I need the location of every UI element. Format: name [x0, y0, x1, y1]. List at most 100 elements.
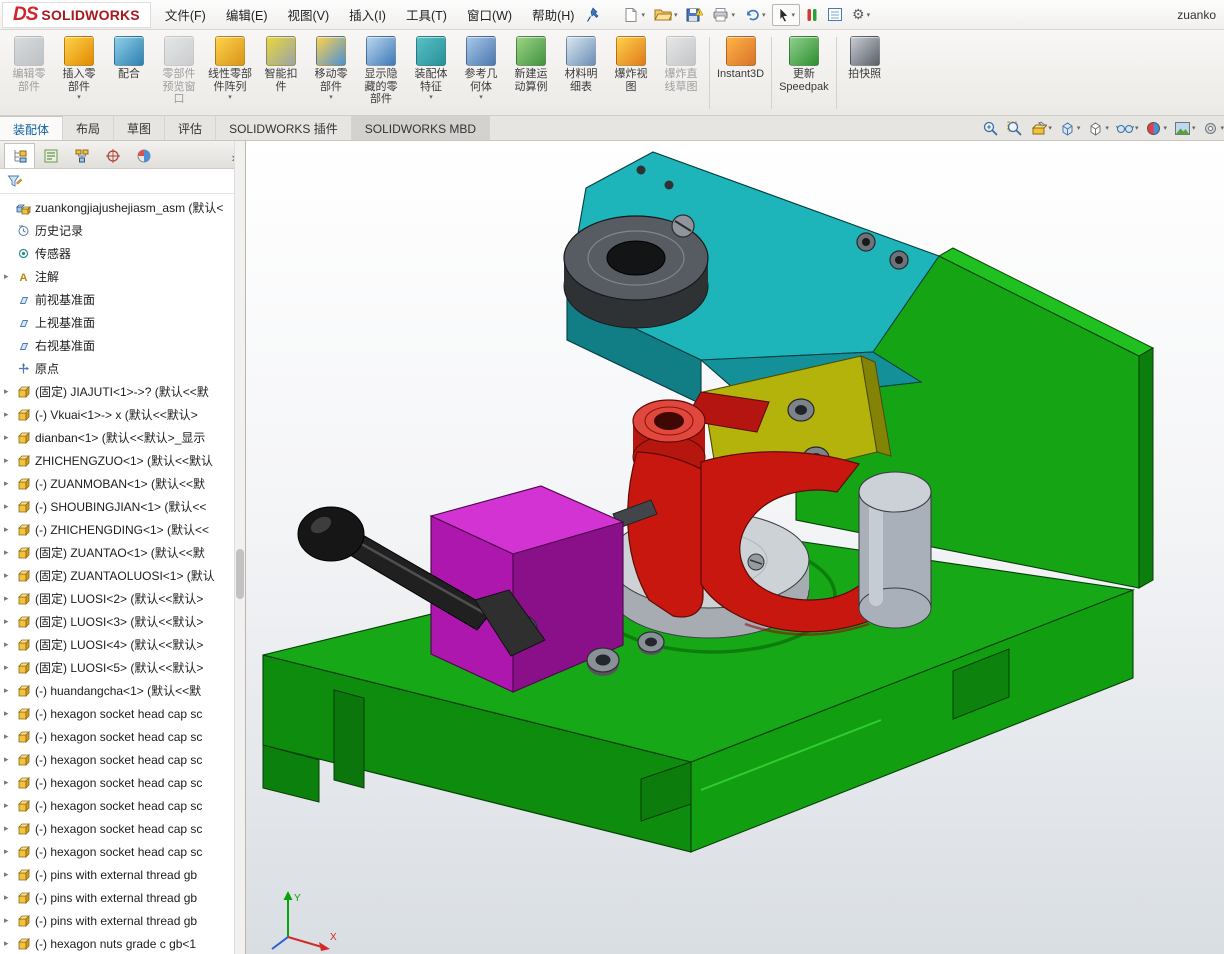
expand-arrow-icon[interactable]: ▸ [4, 869, 15, 880]
tree-item[interactable]: 传感器 [0, 242, 245, 265]
tab-布局[interactable]: 布局 [63, 116, 115, 140]
scrollbar-thumb[interactable] [236, 549, 244, 599]
tab-装配体[interactable]: 装配体 [0, 116, 64, 140]
tree-item[interactable]: 上视基准面 [0, 311, 245, 334]
featuremanager-tab[interactable] [4, 143, 35, 168]
menu-item[interactable]: 插入(I) [339, 0, 396, 29]
tree-item[interactable]: ▸ (-) hexagon socket head cap sc [0, 725, 245, 748]
dropdown-caret-icon[interactable]: ▾ [329, 94, 333, 101]
task-list-button[interactable] [824, 5, 846, 24]
expand-arrow-icon[interactable]: ▸ [4, 639, 15, 650]
menu-item[interactable]: 帮助(H) [522, 0, 584, 29]
displaymanager-tab[interactable] [128, 143, 159, 168]
tree-item[interactable]: zuankongjiajushejiasm_asm (默认< [0, 196, 245, 219]
tab-solidworks-mbd[interactable]: SOLIDWORKS MBD [351, 116, 491, 140]
expand-arrow-icon[interactable]: ▸ [4, 685, 15, 696]
view-orientation-button[interactable]: ▾ [1059, 120, 1080, 137]
expand-arrow-icon[interactable]: ▸ [4, 892, 15, 903]
menu-item[interactable]: 窗口(W) [457, 0, 522, 29]
bom-button[interactable]: 材料明 细表 [556, 32, 606, 114]
expand-arrow-icon[interactable]: ▸ [4, 386, 15, 397]
tree-item[interactable]: ▸ dianban<1> (默认<<默认>_显示 [0, 426, 245, 449]
display-style-button[interactable]: ▾ [1087, 120, 1109, 137]
menu-item[interactable]: 工具(T) [396, 0, 457, 29]
tree-item[interactable]: ▸ (固定) LUOSI<3> (默认<<默认> [0, 610, 245, 633]
expand-arrow-icon[interactable]: ▸ [4, 616, 15, 627]
tab-评估[interactable]: 评估 [165, 116, 217, 140]
view-settings-button[interactable]: ▾ [1202, 120, 1224, 137]
hide-show-items-button[interactable]: ▾ [1115, 122, 1138, 135]
tree-item[interactable]: ▸ (-) SHOUBINGJIAN<1> (默认<< [0, 495, 245, 518]
tree-item[interactable]: ▸ (-) pins with external thread gb [0, 863, 245, 886]
tree-item[interactable]: ▸ (-) hexagon socket head cap sc [0, 817, 245, 840]
tree-item[interactable]: ▸ (固定) JIAJUTI<1>->? (默认<<默 [0, 380, 245, 403]
exploded-view-button[interactable]: 爆炸视图 [606, 32, 656, 114]
expand-arrow-icon[interactable]: ▸ [4, 777, 15, 788]
tree-item[interactable]: ▸ (-) huandangcha<1> (默认<<默 [0, 679, 245, 702]
options-gear-button[interactable]: ⚙ ▾ [849, 4, 873, 26]
tree-item[interactable]: 历史记录 [0, 219, 245, 242]
open-button[interactable]: ▾ [651, 5, 681, 24]
expand-arrow-icon[interactable]: ▸ [4, 501, 15, 512]
menu-item[interactable]: 编辑(E) [216, 0, 278, 29]
expand-arrow-icon[interactable]: ▸ [4, 409, 15, 420]
instant3d-button[interactable]: Instant3D [713, 32, 768, 114]
tree-item[interactable]: ▸ (-) pins with external thread gb [0, 886, 245, 909]
take-snapshot-button[interactable]: 拍快照 [840, 32, 890, 114]
graphics-viewport[interactable]: Y X [246, 141, 1224, 954]
smart-fasteners-button[interactable]: 智能扣件 [256, 32, 306, 114]
assembly-features-button[interactable]: 装配体 特征 ▾ [406, 32, 456, 114]
expand-arrow-icon[interactable]: ▸ [4, 570, 15, 581]
tree-item[interactable]: 前视基准面 [0, 288, 245, 311]
new-motion-study-button[interactable]: 新建运 动算例 [506, 32, 556, 114]
expand-arrow-icon[interactable]: ▸ [4, 938, 15, 949]
expand-arrow-icon[interactable]: ▸ [4, 432, 15, 443]
tree-item[interactable]: ▸ (固定) ZUANTAO<1> (默认<<默 [0, 541, 245, 564]
expand-arrow-icon[interactable]: ▸ [4, 524, 15, 535]
tree-item[interactable]: ▸ (-) hexagon nuts grade c gb<1 [0, 932, 245, 954]
show-hidden-button[interactable]: 显示隐 藏的零 部件 [356, 32, 406, 114]
rebuild-bars-button[interactable] [803, 5, 821, 25]
save-button[interactable] [683, 5, 706, 25]
expand-arrow-icon[interactable]: ▸ [4, 478, 15, 489]
expand-arrow-icon[interactable]: ▸ [4, 731, 15, 742]
tree-item[interactable]: ▸ (固定) LUOSI<2> (默认<<默认> [0, 587, 245, 610]
apply-scene-button[interactable]: ▾ [1174, 121, 1195, 136]
menu-item[interactable]: 视图(V) [278, 0, 340, 29]
expand-arrow-icon[interactable]: ▸ [4, 547, 15, 558]
tree-item[interactable]: ▸ (-) ZUANMOBAN<1> (默认<<默 [0, 472, 245, 495]
expand-arrow-icon[interactable]: ▸ [4, 800, 15, 811]
configurationmanager-tab[interactable] [66, 143, 97, 168]
tree-item[interactable]: ▸ (-) ZHICHENGDING<1> (默认<< [0, 518, 245, 541]
tree-item[interactable]: ▸ (固定) LUOSI<5> (默认<<默认> [0, 656, 245, 679]
move-component-button[interactable]: 移动零 部件 ▾ [306, 32, 356, 114]
tree-item[interactable]: ▸ (-) hexagon socket head cap sc [0, 840, 245, 863]
expand-arrow-icon[interactable]: ▸ [4, 271, 15, 282]
expand-arrow-icon[interactable]: ▸ [4, 455, 15, 466]
expand-arrow-icon[interactable]: ▸ [4, 593, 15, 604]
tree-item[interactable]: ▸ (-) hexagon socket head cap sc [0, 771, 245, 794]
wall-right-face[interactable] [1138, 347, 1154, 589]
zoom-fit-button[interactable] [982, 120, 999, 137]
tree-item[interactable]: ▸ (-) hexagon socket head cap sc [0, 748, 245, 771]
tree-item[interactable]: ▸ (-) hexagon socket head cap sc [0, 702, 245, 725]
model-teal-arm[interactable] [563, 151, 940, 405]
dropdown-caret-icon[interactable]: ▾ [77, 94, 81, 101]
expand-arrow-icon[interactable]: ▸ [4, 846, 15, 857]
mate-button[interactable]: 配合 [104, 32, 154, 114]
base-slot-left[interactable] [333, 689, 365, 789]
tree-item[interactable]: 右视基准面 [0, 334, 245, 357]
dropdown-caret-icon[interactable]: ▾ [228, 94, 232, 101]
dimxpertmanager-tab[interactable] [97, 143, 128, 168]
expand-arrow-icon[interactable]: ▸ [4, 915, 15, 926]
expand-arrow-icon[interactable]: ▸ [4, 823, 15, 834]
propertymanager-tab[interactable] [35, 143, 66, 168]
filter-icon[interactable] [7, 174, 23, 188]
menu-item[interactable]: 文件(F) [155, 0, 216, 29]
tab-solidworks-插件[interactable]: SOLIDWORKS 插件 [216, 116, 352, 140]
section-view-button[interactable]: ▾ [1030, 120, 1052, 137]
zoom-area-button[interactable] [1006, 120, 1023, 137]
print-button[interactable]: ▾ [709, 5, 738, 24]
reference-geometry-button[interactable]: 参考几 何体 ▾ [456, 32, 506, 114]
tab-草图[interactable]: 草图 [114, 116, 166, 140]
